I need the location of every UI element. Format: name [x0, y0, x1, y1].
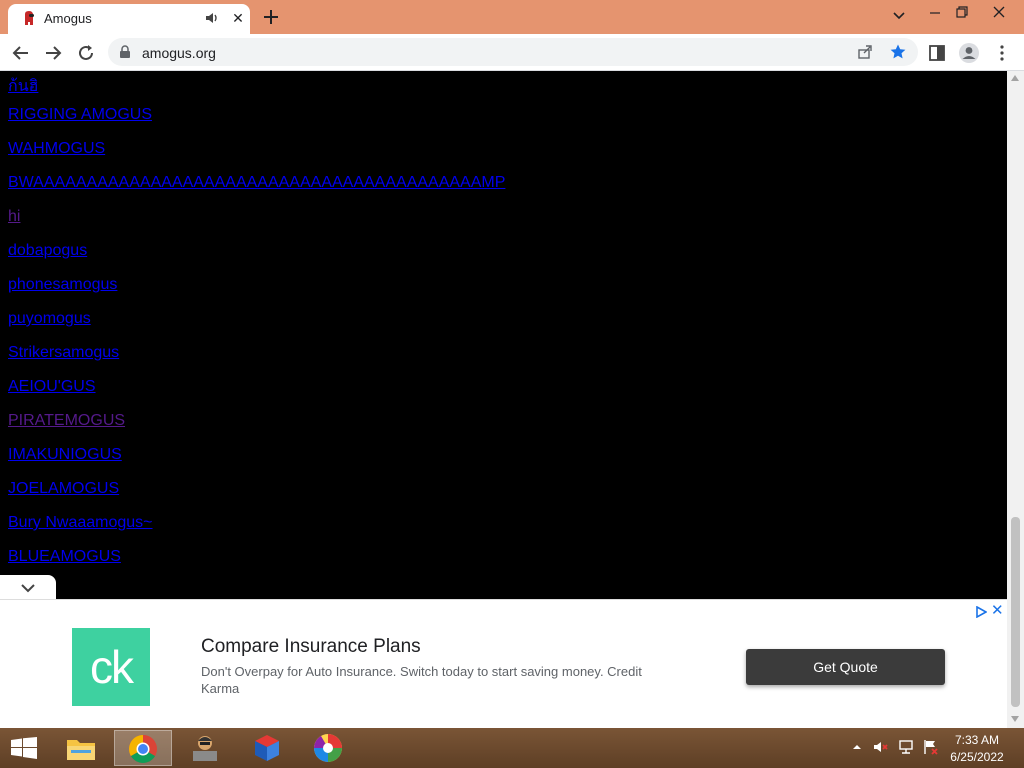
page-link[interactable]: Strikersamogus	[8, 344, 119, 362]
browser-tab[interactable]: Amogus ✕	[8, 4, 250, 34]
taskbar-app-cube[interactable]	[238, 730, 296, 766]
clock-time[interactable]: 7:33 AM	[940, 733, 1014, 747]
ad-title[interactable]: Compare Insurance Plans	[201, 636, 421, 658]
windows-start-icon[interactable]	[10, 737, 38, 759]
taskbar-chrome[interactable]	[114, 730, 172, 766]
get-quote-button[interactable]: Get Quote	[746, 649, 945, 685]
chrome-icon	[129, 735, 157, 763]
page-link[interactable]: JOELAMOGUS	[8, 480, 119, 498]
url-text[interactable]: amogus.org	[142, 45, 216, 61]
tab-title: Amogus	[44, 11, 92, 26]
menu-kebab-icon[interactable]	[991, 42, 1013, 64]
chevron-down-icon	[21, 584, 35, 593]
address-bar[interactable]: amogus.org	[108, 38, 918, 66]
reload-icon[interactable]	[75, 42, 97, 64]
scrollbar-thumb[interactable]	[1011, 517, 1020, 707]
page-link[interactable]: puyomogus	[8, 310, 91, 328]
restore-icon[interactable]	[946, 2, 976, 28]
network-icon[interactable]	[897, 738, 915, 756]
page-link[interactable]: RIGGING AMOGUS	[8, 106, 152, 124]
page-link[interactable]: IMAKUNIOGUS	[8, 446, 122, 464]
new-tab-icon[interactable]	[260, 6, 282, 28]
taskbar-file-explorer[interactable]	[52, 730, 110, 766]
page-link[interactable]: phonesamogus	[8, 276, 117, 294]
scroll-up-arrow-icon[interactable]	[1011, 75, 1019, 81]
page-link[interactable]: Bury Nwaaamogus~	[8, 514, 153, 532]
lock-icon[interactable]	[118, 45, 132, 59]
volume-muted-icon[interactable]	[872, 738, 890, 756]
back-icon[interactable]	[10, 42, 32, 64]
clock-date[interactable]: 6/25/2022	[940, 750, 1014, 764]
close-window-icon[interactable]	[984, 2, 1014, 28]
character-app-icon	[193, 736, 217, 761]
close-tab-icon[interactable]: ✕	[230, 10, 246, 26]
page-content: ก้นฮิ RIGGING AMOGUS WAHMOGUS BWAAAAAAAA…	[0, 71, 1007, 599]
page-link[interactable]: WAHMOGUS	[8, 140, 105, 158]
side-panel-icon[interactable]	[926, 42, 948, 64]
action-center-flag-icon[interactable]	[922, 738, 940, 756]
page-link[interactable]: PIRATEMOGUS	[8, 412, 125, 430]
page-link[interactable]: BLUEAMOGUS	[8, 548, 121, 566]
taskbar-app-character[interactable]	[176, 730, 234, 766]
pinwheel-app-icon	[314, 734, 342, 762]
page-link[interactable]: AEIOU'GUS	[8, 378, 96, 396]
ad-logo[interactable]: ck	[72, 628, 150, 706]
profile-avatar-icon[interactable]	[958, 42, 980, 64]
tab-strip: Amogus ✕	[0, 0, 1024, 34]
ad-choices-icon[interactable]	[975, 606, 987, 618]
share-icon[interactable]	[856, 43, 874, 61]
taskbar-app-pinwheel[interactable]	[300, 730, 358, 766]
page-link[interactable]: dobapogus	[8, 242, 87, 260]
windows-taskbar: 7:33 AM 6/25/2022	[0, 728, 1024, 768]
forward-icon[interactable]	[42, 42, 64, 64]
ad-collapse-button[interactable]	[0, 575, 56, 599]
ad-description[interactable]: Don't Overpay for Auto Insurance. Switch…	[201, 663, 681, 697]
page-link[interactable]: BWAAAAAAAAAAAAAAAAAAAAAAAAAAAAAAAAAAAAAA…	[8, 174, 505, 192]
bookmark-star-icon[interactable]	[889, 43, 907, 61]
scroll-down-arrow-icon[interactable]	[1011, 716, 1019, 722]
page-link[interactable]: hi	[8, 208, 20, 226]
page-scrollbar[interactable]	[1007, 71, 1024, 728]
tray-overflow-icon[interactable]	[850, 740, 864, 754]
amogus-favicon-icon	[25, 11, 34, 25]
page-link[interactable]: ก้นฮิ	[8, 74, 38, 99]
ad-banner[interactable]: ck Compare Insurance Plans Don't Overpay…	[0, 599, 1007, 729]
ad-close-icon[interactable]: ✕	[991, 603, 1004, 618]
cube-app-icon	[255, 735, 279, 761]
tab-search-icon[interactable]	[884, 2, 914, 28]
folder-icon	[67, 740, 95, 760]
browser-toolbar: amogus.org	[0, 34, 1024, 71]
audio-playing-icon[interactable]	[204, 10, 220, 26]
